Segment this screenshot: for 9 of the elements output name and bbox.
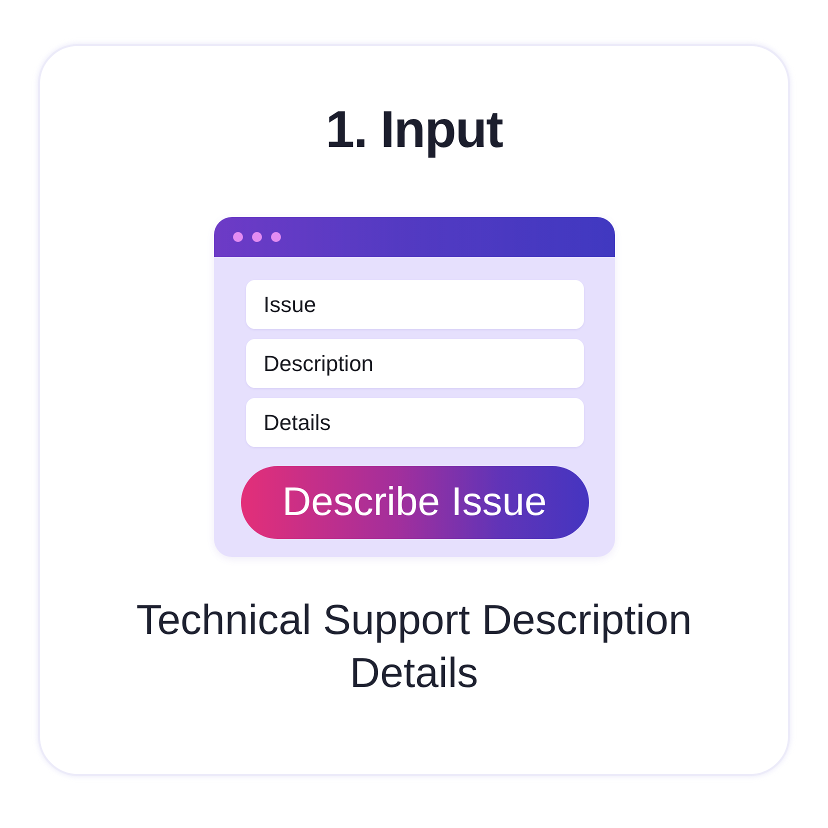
step-title: 1. Input xyxy=(326,100,502,161)
window-dot-icon xyxy=(232,232,242,242)
input-field[interactable]: Details xyxy=(246,398,584,447)
describe-issue-button[interactable]: Describe Issue xyxy=(240,466,588,539)
caption-text: Technical Support Description Details xyxy=(135,595,693,698)
input-field[interactable]: Description xyxy=(246,339,584,388)
window-dot-icon xyxy=(270,232,280,242)
window-dot-icon xyxy=(252,232,262,242)
input-field[interactable]: Issue xyxy=(246,280,584,329)
